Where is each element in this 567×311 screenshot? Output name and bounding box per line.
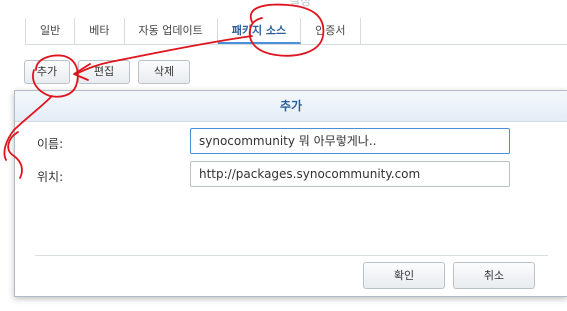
dialog-title: 추가 — [15, 91, 567, 122]
tab-beta[interactable]: 베타 — [75, 18, 125, 44]
name-input[interactable]: synocommunity 뭐 아무렇게나.. — [190, 128, 510, 154]
location-label: 위치: — [37, 170, 64, 184]
name-label: 이름: — [37, 137, 64, 151]
tab-certificate[interactable]: 인증서 — [301, 18, 361, 44]
toolbar: 추가 편집 삭제 — [24, 60, 190, 84]
tab-auto-update[interactable]: 자동 업데이트 — [125, 18, 218, 44]
add-button[interactable]: 추가 — [24, 60, 70, 84]
tab-bar: 일반 베타 자동 업데이트 패키지 소스 인증서 — [25, 18, 361, 44]
ok-button[interactable]: 확인 — [363, 262, 445, 289]
window-title-fragment: 설정 — [288, 0, 312, 8]
tab-package-sources[interactable]: 패키지 소스 — [217, 18, 302, 44]
delete-button[interactable]: 삭제 — [138, 60, 190, 84]
add-source-dialog: 추가 이름: synocommunity 뭐 아무렇게나.. 위치: http:… — [14, 90, 567, 297]
cancel-button[interactable]: 취소 — [453, 262, 535, 289]
dialog-divider — [35, 255, 548, 256]
location-input[interactable]: http://packages.synocommunity.com — [190, 161, 510, 187]
edit-button[interactable]: 편집 — [78, 60, 130, 84]
tab-general[interactable]: 일반 — [25, 18, 76, 44]
tab-divider — [25, 44, 567, 45]
